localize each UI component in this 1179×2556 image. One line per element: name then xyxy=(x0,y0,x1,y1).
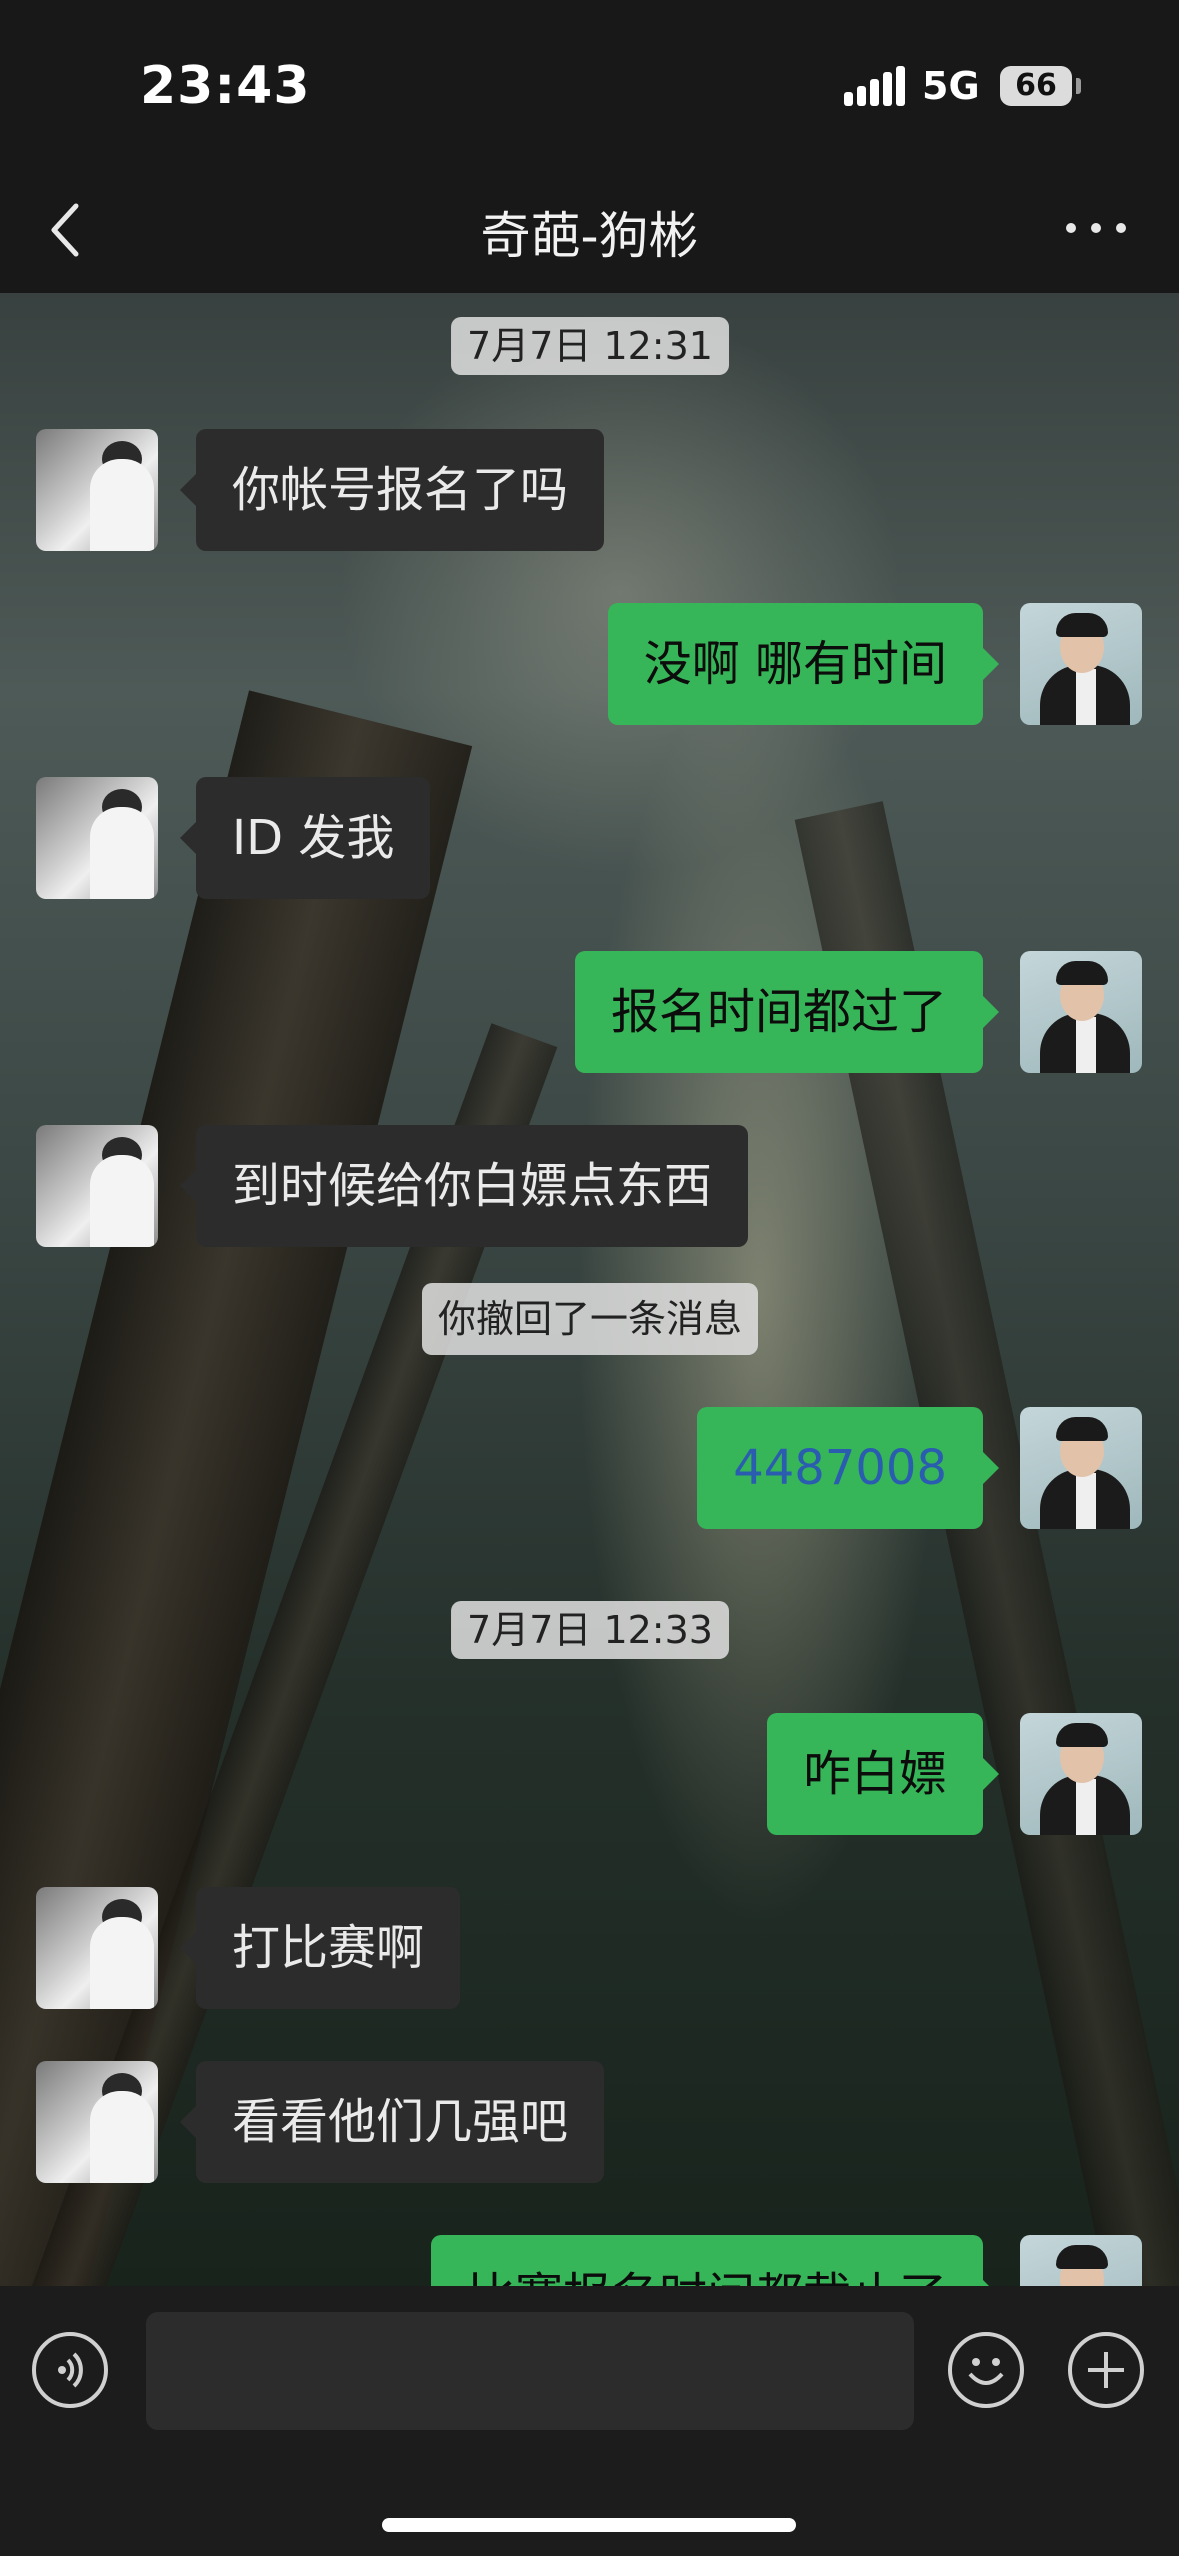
contact-avatar[interactable] xyxy=(36,2061,158,2183)
incoming-message[interactable]: 打比赛啊 xyxy=(179,1887,461,2009)
battery-tip xyxy=(1076,78,1081,94)
outgoing-message-link[interactable]: 4487008 xyxy=(697,1407,999,1529)
outgoing-message[interactable]: 没啊 哪有时间 xyxy=(607,603,1000,725)
chat-title: 奇葩-狗彬 xyxy=(480,207,699,265)
message-input[interactable] xyxy=(146,2312,914,2430)
contact-avatar[interactable] xyxy=(36,777,158,899)
timestamp: 7月7日 12:33 xyxy=(451,1601,729,1659)
emoji-icon[interactable] xyxy=(948,2332,1024,2408)
contact-avatar[interactable] xyxy=(36,429,158,551)
incoming-message[interactable]: ID 发我 xyxy=(179,777,431,899)
timestamp: 7月7日 12:31 xyxy=(451,317,729,375)
my-avatar[interactable] xyxy=(1020,1713,1142,1835)
chat-area[interactable]: 7月7日 12:31 你帐号报名了吗 没啊 哪有时间 ID 发我 报名时间都过了… xyxy=(0,293,1179,2286)
my-avatar[interactable] xyxy=(1020,1407,1142,1529)
signal-icon xyxy=(844,66,906,106)
incoming-message[interactable]: 看看他们几强吧 xyxy=(179,2061,605,2183)
contact-avatar[interactable] xyxy=(36,1125,158,1247)
battery-icon: 66 xyxy=(1000,66,1072,106)
bg-tree-trunk xyxy=(0,690,473,2286)
my-avatar[interactable] xyxy=(1020,603,1142,725)
recalled-notice: 你撤回了一条消息 xyxy=(421,1283,759,1355)
home-indicator[interactable] xyxy=(382,2518,796,2532)
my-avatar[interactable] xyxy=(1020,2235,1142,2286)
plus-icon[interactable] xyxy=(1068,2332,1144,2408)
incoming-message[interactable]: 你帐号报名了吗 xyxy=(179,429,605,551)
outgoing-message[interactable]: 咋白嫖 xyxy=(766,1713,1000,1835)
more-icon[interactable] xyxy=(1066,218,1126,238)
top-bar: 23:43 5G 66 奇葩-狗彬 xyxy=(0,0,1179,293)
my-avatar[interactable] xyxy=(1020,951,1142,1073)
network-type: 5G xyxy=(922,64,980,108)
voice-icon[interactable] xyxy=(32,2332,108,2408)
incoming-message[interactable]: 到时候给你白嫖点东西 xyxy=(179,1125,749,1247)
outgoing-message[interactable]: 比赛报名时间都截止了 xyxy=(430,2235,1000,2286)
status-time: 23:43 xyxy=(140,56,311,116)
outgoing-message[interactable]: 报名时间都过了 xyxy=(574,951,1000,1073)
input-bar xyxy=(0,2286,1179,2556)
contact-avatar[interactable] xyxy=(36,1887,158,2009)
